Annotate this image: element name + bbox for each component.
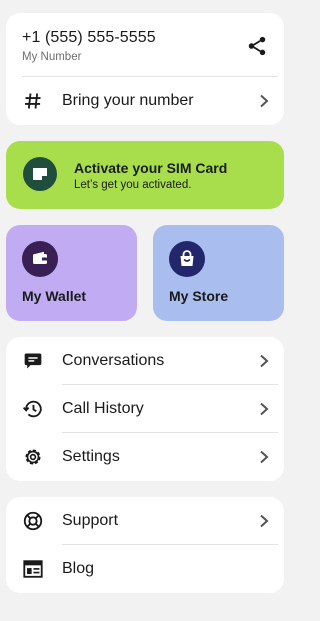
gear-icon (22, 446, 44, 468)
sim-card-icon (23, 157, 57, 191)
menu-item-label: Support (62, 512, 119, 529)
my-wallet-tile[interactable]: My Wallet (6, 225, 137, 321)
chevron-right-icon (260, 354, 269, 368)
hashtag-icon (22, 90, 44, 112)
menu-item-settings[interactable]: Settings (6, 433, 284, 481)
wallet-icon (22, 241, 58, 277)
shopping-bag-icon (169, 241, 205, 277)
history-icon (22, 398, 44, 420)
menu-item-label: Call History (62, 400, 144, 417)
main-menu-card: Conversations Call History Settings (6, 337, 284, 481)
menu-item-conversations[interactable]: Conversations (6, 337, 284, 385)
sim-banner-subtitle: Let’s get you activated. (74, 179, 192, 191)
menu-item-label: Conversations (62, 352, 165, 369)
menu-item-support[interactable]: Support (6, 497, 284, 545)
chevron-right-icon (260, 450, 269, 464)
phone-number-caption: My Number (22, 51, 82, 63)
my-store-label: My Store (169, 288, 229, 304)
phone-number: +1 (555) 555-5555 (22, 29, 156, 46)
my-number-card: +1 (555) 555-5555 My Number Bring your n… (6, 13, 284, 125)
article-icon (22, 558, 44, 580)
lifebuoy-icon (22, 510, 44, 532)
chevron-right-icon (260, 94, 269, 108)
chat-bubble-icon (22, 350, 44, 372)
chevron-right-icon (260, 514, 269, 528)
menu-item-label: Settings (62, 448, 120, 465)
my-wallet-label: My Wallet (22, 288, 87, 304)
menu-item-call-history[interactable]: Call History (6, 385, 284, 433)
share-icon[interactable] (246, 35, 268, 57)
menu-item-blog[interactable]: Blog (6, 545, 284, 593)
sim-banner-title: Activate your SIM Card (74, 160, 228, 176)
menu-item-label: Blog (62, 560, 95, 577)
my-number-header: +1 (555) 555-5555 My Number (22, 27, 268, 77)
my-store-tile[interactable]: My Store (153, 225, 284, 321)
activate-sim-banner[interactable]: Activate your SIM Card Let’s get you act… (6, 141, 284, 209)
bring-your-number-label: Bring your number (62, 92, 194, 109)
chevron-right-icon (260, 402, 269, 416)
bring-your-number-row[interactable]: Bring your number (6, 77, 284, 125)
help-menu-card: Support Blog (6, 497, 284, 593)
